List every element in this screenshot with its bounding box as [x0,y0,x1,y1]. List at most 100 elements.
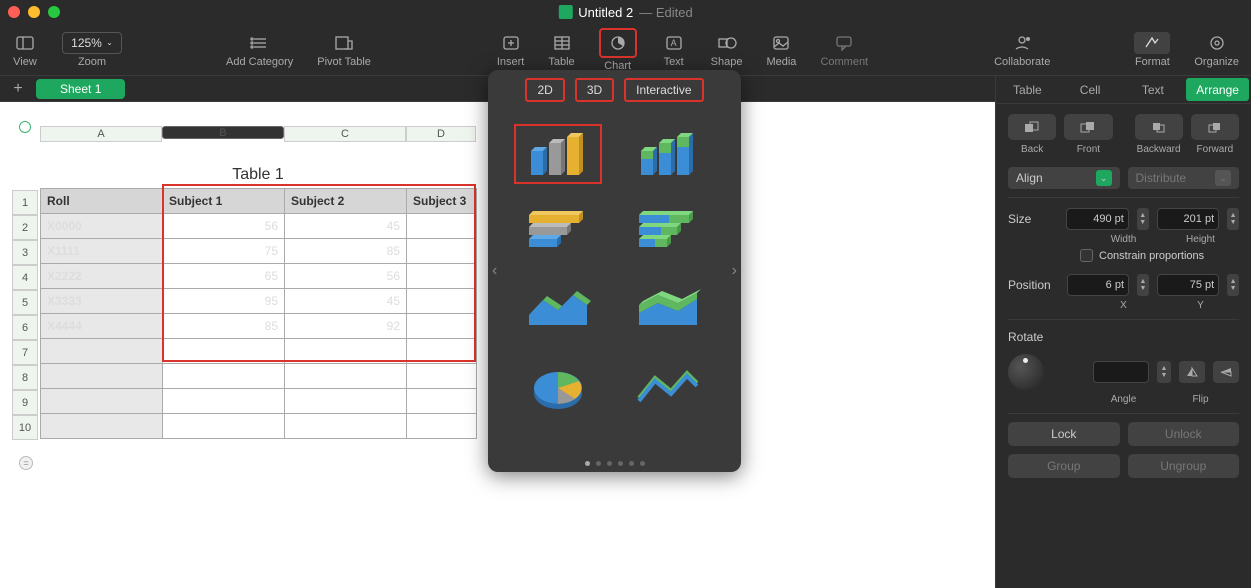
cell-subject3[interactable] [407,289,477,314]
cell-roll[interactable]: X4444 [41,314,163,339]
height-input[interactable]: 201 pt [1157,208,1219,230]
header-subject2[interactable]: Subject 2 [285,189,407,214]
chart-prev-arrow[interactable]: ‹ [492,262,497,280]
chart-next-arrow[interactable]: › [732,262,737,280]
page-dot-6[interactable] [640,461,645,466]
cell-empty[interactable] [407,364,477,389]
angle-stepper[interactable]: ▲▼ [1157,361,1171,383]
view-button[interactable] [12,32,38,54]
pivot-button[interactable] [331,32,357,54]
cell-roll[interactable]: X3333 [41,289,163,314]
header-subject1[interactable]: Subject 1 [163,189,285,214]
side-tab-table[interactable]: Table [996,76,1059,103]
height-stepper[interactable]: ▲▼ [1227,208,1239,230]
row-header-6[interactable]: 6 [12,315,38,340]
chart-thumb-bar-3d-stacked[interactable] [624,124,712,184]
media-button[interactable] [768,32,794,54]
cell-subject1[interactable]: 85 [163,314,285,339]
chart-thumb-pie-3d[interactable] [514,358,602,418]
cell-empty[interactable] [163,414,285,439]
chart-thumb-area-3d[interactable] [514,280,602,340]
lock-button[interactable]: Lock [1008,422,1120,446]
comment-button[interactable] [831,32,857,54]
distribute-dropdown[interactable]: Distribute⌄ [1128,167,1240,189]
x-input[interactable]: 6 pt [1067,274,1129,296]
cell-subject1[interactable]: 65 [163,264,285,289]
group-button[interactable]: Group [1008,454,1120,478]
cell-subject3[interactable] [407,264,477,289]
col-header-d[interactable]: D [406,126,476,142]
chart-thumb-area-3d-stacked[interactable] [624,280,712,340]
cell-subject1[interactable]: 95 [163,289,285,314]
row-header-7[interactable]: 7 [12,340,38,365]
row-header-8[interactable]: 8 [12,365,38,390]
cell-empty[interactable] [407,389,477,414]
add-category-button[interactable] [247,32,273,54]
collaborate-button[interactable] [1009,32,1035,54]
chart-tab-2d[interactable]: 2D [525,78,564,102]
flip-vertical-button[interactable] [1213,361,1239,383]
cell-subject2[interactable]: 85 [285,239,407,264]
row-header-1[interactable]: 1 [12,190,38,215]
ungroup-button[interactable]: Ungroup [1128,454,1240,478]
cell-empty[interactable] [285,364,407,389]
cell-empty[interactable] [41,339,163,364]
chart-thumb-bar-3d-vertical[interactable] [514,124,602,184]
backward-button[interactable] [1135,114,1183,140]
chart-thumb-bar-3d-horizontal[interactable] [514,202,602,262]
cell-subject2[interactable]: 45 [285,214,407,239]
text-button[interactable]: A [661,32,687,54]
page-dot-1[interactable] [585,461,590,466]
side-tab-text[interactable]: Text [1122,76,1185,103]
table-bottom-handle[interactable]: = [19,456,33,470]
back-button[interactable] [1008,114,1056,140]
minimize-window[interactable] [28,6,40,18]
front-button[interactable] [1064,114,1112,140]
maximize-window[interactable] [48,6,60,18]
cell-empty[interactable] [407,414,477,439]
chart-tab-3d[interactable]: 3D [575,78,614,102]
shape-button[interactable] [714,32,740,54]
side-tab-arrange[interactable]: Arrange [1186,78,1249,101]
header-roll[interactable]: Roll [41,189,163,214]
col-header-a[interactable]: A [40,126,162,142]
sheet-tab-1[interactable]: Sheet 1 [36,79,125,99]
add-sheet-button[interactable]: + [8,79,28,99]
zoom-dropdown[interactable]: 125%⌄ [62,32,122,54]
flip-horizontal-button[interactable] [1179,361,1205,383]
cell-empty[interactable] [163,364,285,389]
page-dot-4[interactable] [618,461,623,466]
cell-roll[interactable]: X2222 [41,264,163,289]
cell-subject3[interactable] [407,314,477,339]
chart-thumb-line-3d[interactable] [624,358,712,418]
cell-empty[interactable] [41,414,163,439]
cell-roll[interactable]: X0000 [41,214,163,239]
cell-subject3[interactable] [407,239,477,264]
row-header-3[interactable]: 3 [12,240,38,265]
y-input[interactable]: 75 pt [1157,274,1219,296]
cell-empty[interactable] [163,339,285,364]
forward-button[interactable] [1191,114,1239,140]
align-dropdown[interactable]: Align⌄ [1008,167,1120,189]
insert-button[interactable] [498,32,524,54]
col-header-c[interactable]: C [284,126,406,142]
cell-roll[interactable]: X1111 [41,239,163,264]
data-table[interactable]: Roll Subject 1 Subject 2 Subject 3 X0000… [40,188,477,439]
angle-dial[interactable] [1008,354,1044,390]
width-stepper[interactable]: ▲▼ [1137,208,1149,230]
cell-empty[interactable] [285,414,407,439]
unlock-button[interactable]: Unlock [1128,422,1240,446]
side-tab-cell[interactable]: Cell [1059,76,1122,103]
y-stepper[interactable]: ▲▼ [1227,274,1239,296]
angle-input[interactable] [1093,361,1149,383]
page-dot-3[interactable] [607,461,612,466]
cell-subject2[interactable]: 45 [285,289,407,314]
row-header-4[interactable]: 4 [12,265,38,290]
cell-empty[interactable] [41,389,163,414]
width-input[interactable]: 490 pt [1066,208,1128,230]
table-title[interactable]: Table 1 [40,162,476,188]
cell-empty[interactable] [163,389,285,414]
row-header-5[interactable]: 5 [12,290,38,315]
chart-tab-interactive[interactable]: Interactive [624,78,703,102]
table-button[interactable] [549,32,575,54]
